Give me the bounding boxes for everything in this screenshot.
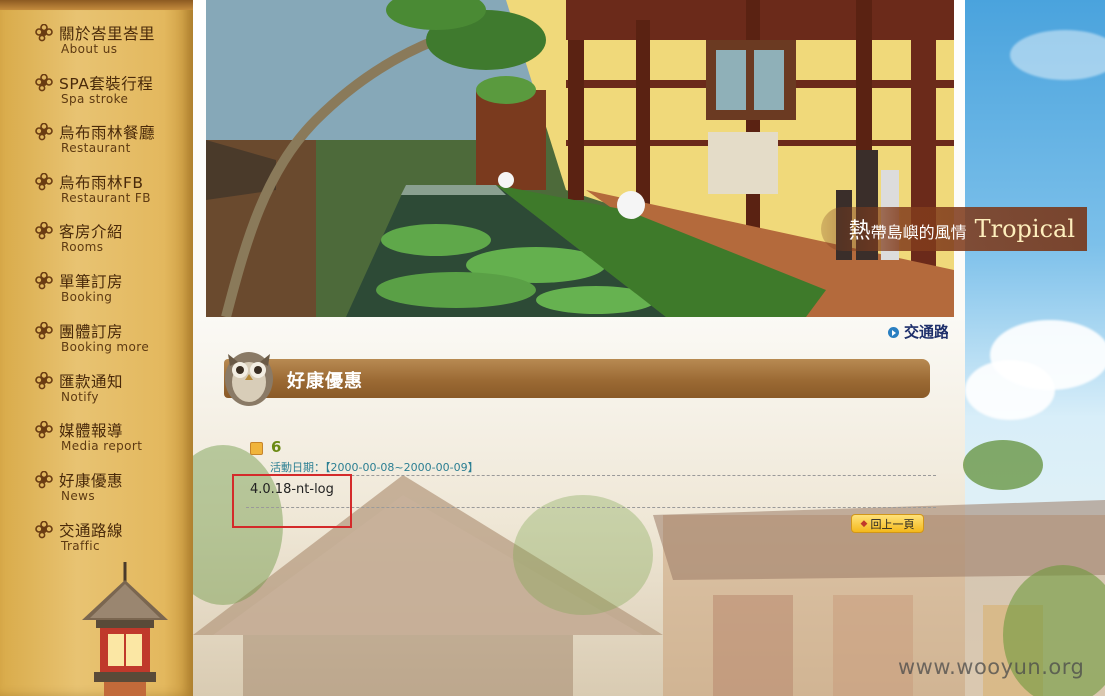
sidebar-item-booking[interactable]: 單筆訂房 Booking — [35, 270, 185, 314]
sidebar-item-title: 媒體報導 — [59, 422, 124, 440]
highlight-annotation-box — [232, 474, 352, 528]
flower-icon — [35, 372, 53, 390]
flower-icon — [35, 272, 53, 290]
sidebar-item-title: 團體訂房 — [59, 323, 124, 341]
sidebar-item-spa[interactable]: SPA套裝行程 Spa stroke — [35, 72, 185, 116]
sidebar-item-news[interactable]: 好康優惠 News — [35, 469, 185, 513]
sidebar-item-notify[interactable]: 匯款通知 Notify — [35, 370, 185, 414]
sidebar-item-subtitle: News — [61, 489, 96, 503]
news-item-title: 6 — [271, 438, 282, 456]
flower-icon — [35, 173, 53, 191]
diamond-icon: ◆ — [860, 518, 868, 529]
sidebar-item-restaurant[interactable]: 烏布雨林餐廳 Restaurant — [35, 121, 185, 165]
flower-icon — [35, 123, 53, 141]
sidebar-item-title: 交通路線 — [59, 522, 124, 540]
flower-icon — [35, 471, 53, 489]
sidebar-item-subtitle: Restaurant FB — [61, 191, 151, 205]
news-bullet-icon — [250, 442, 263, 455]
banner-caption-zh: 熱帶島嶼的風情 — [849, 213, 967, 245]
sidebar-item-subtitle: Traffic — [61, 539, 101, 553]
lantern-icon — [82, 562, 168, 696]
arrow-circle-icon — [888, 327, 899, 338]
banner-caption-zh-text: 帶島嶼的風情 — [870, 223, 967, 242]
flower-icon — [35, 74, 53, 92]
banner-caption-en: Tropical — [974, 215, 1075, 243]
section-title: 好康優惠 — [287, 371, 363, 392]
owl-icon — [225, 352, 273, 406]
cloud — [1010, 30, 1105, 80]
traffic-route-link-label: 交通路線 — [904, 323, 948, 341]
flower-icon — [35, 322, 53, 340]
sidebar-item-subtitle: Restaurant — [61, 141, 131, 155]
sidebar-item-traffic[interactable]: 交通路線 Traffic — [35, 519, 185, 563]
flower-icon — [35, 421, 53, 439]
watermark: www.wooyun.org — [898, 655, 1085, 679]
sidebar-item-title: 好康優惠 — [59, 472, 124, 490]
sidebar-item-booking-more[interactable]: 團體訂房 Booking more — [35, 320, 185, 364]
banner-caption: 熱帶島嶼的風情 Tropical — [820, 207, 1087, 251]
back-button[interactable]: ◆ 回上一頁 — [851, 514, 924, 533]
flower-icon — [35, 24, 53, 42]
traffic-route-link[interactable]: 交通路線 — [888, 321, 948, 342]
sidebar-item-subtitle: Rooms — [61, 240, 104, 254]
flower-icon — [35, 222, 53, 240]
sidebar-item-subtitle: Media report — [61, 439, 143, 453]
sidebar-item-subtitle: Booking more — [61, 340, 150, 354]
sidebar-item-rooms[interactable]: 客房介紹 Rooms — [35, 220, 185, 264]
back-button-label: 回上一頁 — [870, 517, 915, 531]
sidebar-item-media-report[interactable]: 媒體報導 Media report — [35, 419, 185, 463]
sidebar-item-title: 單筆訂房 — [59, 273, 124, 291]
sidebar-item-title: 匯款通知 — [59, 373, 124, 391]
sidebar-item-subtitle: Booking — [61, 290, 113, 304]
news-item-date: 活動日期：【2000-00-08~2000-00-09】 — [270, 461, 479, 474]
sidebar-item-restaurant-fb[interactable]: 烏布雨林FB Restaurant FB — [35, 171, 185, 215]
sidebar-item-subtitle: Spa stroke — [61, 92, 129, 106]
sidebar-item-title: SPA套裝行程 — [59, 75, 154, 93]
sidebar-item-title: 客房介紹 — [59, 223, 124, 241]
sidebar-top-border — [0, 0, 193, 10]
sidebar-item-title: 關於峇里峇里 — [59, 25, 156, 43]
resort-background-image — [193, 440, 1105, 696]
sidebar-item-subtitle: About us — [61, 42, 118, 56]
flower-icon — [35, 521, 53, 539]
banner-caption-big-char: 熱 — [848, 219, 871, 244]
sidebar-item-subtitle: Notify — [61, 390, 99, 404]
sidebar-item-title: 烏布雨林餐廳 — [59, 124, 156, 142]
banner-image — [206, 0, 954, 317]
sidebar-item-title: 烏布雨林FB — [59, 174, 144, 192]
sidebar-item-about-us[interactable]: 關於峇里峇里 About us — [35, 22, 185, 66]
